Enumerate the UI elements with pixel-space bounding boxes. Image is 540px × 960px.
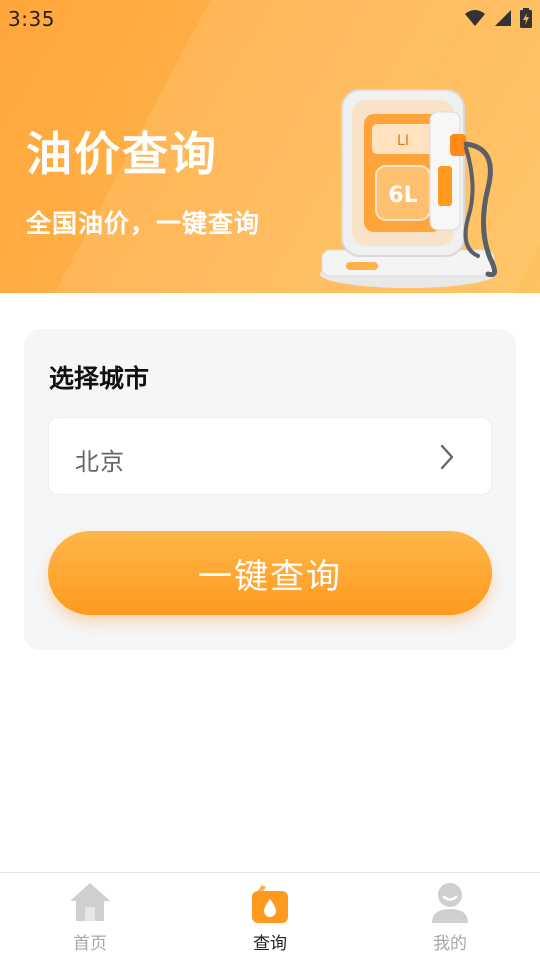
chevron-right-icon	[440, 444, 454, 470]
tab-query[interactable]: 查询	[210, 873, 330, 960]
tab-label: 查询	[253, 934, 287, 954]
status-bar: 3:35	[0, 0, 540, 36]
signal-icon	[495, 10, 511, 26]
hero-banner: 3:35 油价查询 全国油价，一键查询 LI 6L	[0, 0, 540, 293]
svg-text:LI: LI	[397, 133, 409, 149]
oil-can-icon	[252, 885, 288, 923]
tab-home[interactable]: 首页	[30, 873, 150, 960]
hero-title: 油价查询	[26, 127, 218, 181]
card-title: 选择城市	[49, 364, 150, 393]
battery-charging-icon	[520, 8, 532, 28]
city-select-card: 选择城市 北京 一键查询	[24, 329, 516, 650]
bottom-tabbar: 首页 查询 我的	[0, 872, 540, 960]
pump-display-label: 6L	[388, 183, 417, 208]
wifi-icon	[465, 10, 485, 26]
city-value: 北京	[75, 448, 125, 476]
profile-icon	[432, 883, 468, 923]
city-selector[interactable]: 北京	[48, 417, 492, 495]
tab-profile[interactable]: 我的	[390, 873, 510, 960]
tab-label: 我的	[433, 934, 467, 954]
fuel-pump-illustration: LI 6L	[320, 89, 497, 288]
home-icon	[70, 883, 110, 921]
hero-subtitle: 全国油价，一键查询	[26, 209, 261, 238]
tab-label: 首页	[73, 934, 107, 954]
status-time: 3:35	[8, 7, 55, 31]
query-button[interactable]: 一键查询	[48, 531, 492, 615]
